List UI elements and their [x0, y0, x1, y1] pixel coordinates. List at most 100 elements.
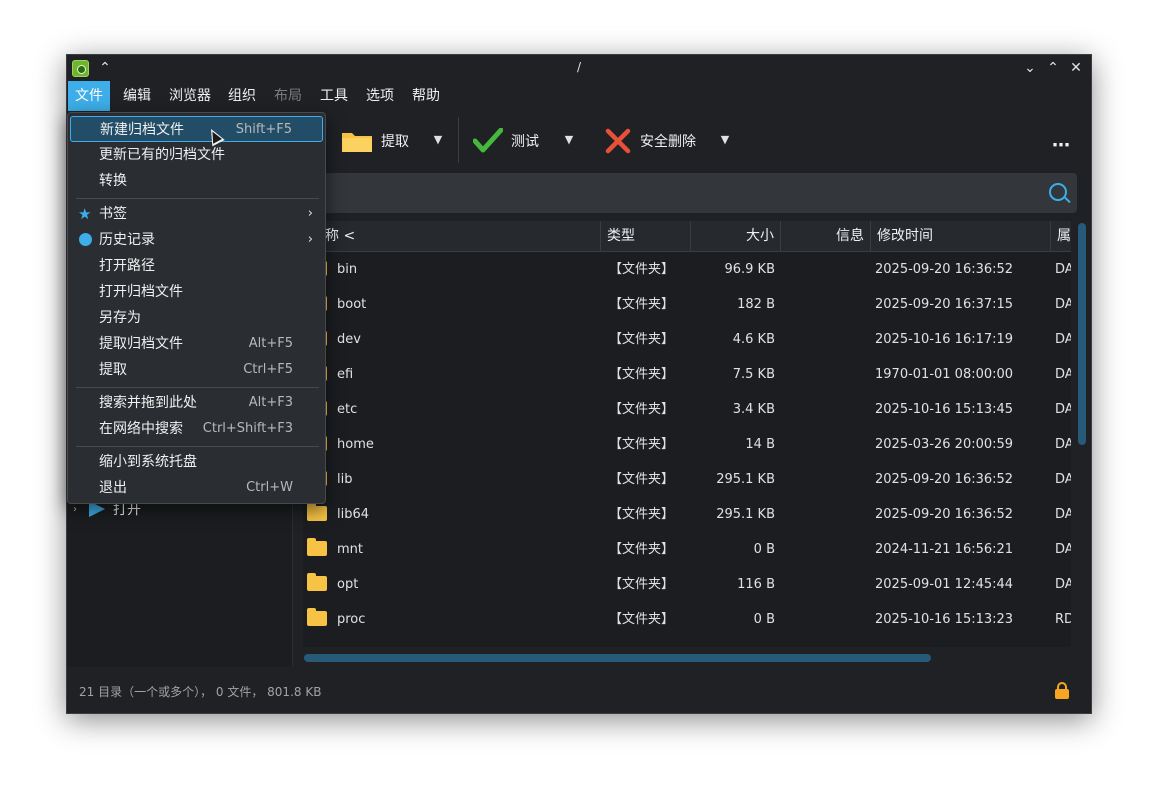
cell-size: 182 B	[737, 297, 775, 312]
submenu-arrow-icon: ›	[307, 206, 313, 221]
extract-dropdown-chevron-icon[interactable]: ▼	[431, 133, 445, 147]
menu-save-as-label: 另存为	[99, 310, 141, 326]
table-row[interactable]: boot 【文件夹】 182 B 2025-09-20 16:37:15 DA	[303, 287, 1071, 322]
cell-modified: 1970-01-01 08:00:00	[875, 367, 1014, 382]
table-row[interactable]: mnt 【文件夹】 0 B 2024-11-21 16:56:21 DA	[303, 532, 1071, 567]
shortcut-label: Shift+F5	[235, 122, 292, 137]
menu-open-path[interactable]: 打开路径	[70, 253, 323, 279]
menu-update-archive[interactable]: 更新已有的归档文件	[70, 142, 323, 168]
menu-options[interactable]: 选项	[359, 81, 401, 111]
menu-new-archive[interactable]: 新建归档文件 Shift+F5	[70, 116, 323, 142]
menu-convert[interactable]: 转换	[70, 168, 323, 194]
status-summary: 21 目录（一个或多个）， 0 文件， 801.8 KB	[79, 685, 322, 699]
menu-separator	[76, 387, 319, 388]
submenu-arrow-icon: ›	[307, 232, 313, 247]
extract-label: 提取	[381, 134, 409, 150]
cell-name: dev	[337, 332, 361, 347]
cell-size: 14 B	[745, 437, 775, 452]
menu-open-archive-label: 打开归档文件	[99, 284, 183, 300]
menu-browser[interactable]: 浏览器	[162, 81, 218, 111]
cell-type: 【文件夹】	[609, 332, 675, 347]
test-dropdown-chevron-icon[interactable]: ▼	[562, 133, 576, 147]
menu-edit[interactable]: 编辑	[116, 81, 158, 111]
cell-size: 295.1 KB	[716, 507, 775, 522]
col-name-header[interactable]: 称 <	[303, 221, 601, 251]
cell-type: 【文件夹】	[609, 402, 675, 417]
horizontal-scrollbar[interactable]	[304, 654, 931, 662]
cell-attr: RD	[1055, 612, 1071, 627]
search-icon[interactable]	[1049, 183, 1067, 201]
file-list: 称 < 类型 大小 信息 修改时间 属 bin 【文件夹】 96.9 KB 2025-…	[303, 221, 1071, 647]
menu-layout[interactable]: 布局	[267, 81, 309, 111]
minimize-icon[interactable]: ⌄	[1019, 57, 1041, 79]
menu-extract-archive[interactable]: 提取归档文件 Alt+F5	[70, 331, 323, 357]
maximize-icon[interactable]: ⌃	[1042, 57, 1064, 79]
path-search-bar[interactable]	[303, 173, 1077, 213]
table-row[interactable]: lib64 【文件夹】 295.1 KB 2025-09-20 16:36:52 DA	[303, 497, 1071, 532]
cell-type: 【文件夹】	[609, 367, 675, 382]
col-info-header[interactable]: 信息	[781, 221, 871, 251]
table-row[interactable]: etc 【文件夹】 3.4 KB 2025-10-16 15:13:45 DA	[303, 392, 1071, 427]
cell-modified: 2025-10-16 15:13:23	[875, 612, 1014, 627]
col-attr-header[interactable]: 属	[1051, 221, 1071, 251]
cell-name: lib	[337, 472, 353, 487]
menu-bookmarks[interactable]: ★ 书签 ›	[70, 201, 323, 227]
status-bar: 21 目录（一个或多个）， 0 文件， 801.8 KB	[67, 677, 1091, 707]
cell-name: efi	[337, 367, 354, 382]
cell-modified: 2025-09-20 16:36:52	[875, 472, 1014, 487]
shortcut-label: Alt+F3	[248, 395, 293, 410]
menu-bar: 文件 编辑 浏览器 组织 布局 工具 选项 帮助	[67, 81, 1091, 111]
cell-name: lib64	[337, 507, 370, 522]
menu-search-drag[interactable]: 搜索并拖到此处 Alt+F3	[70, 390, 323, 416]
shortcut-label: Alt+F5	[248, 336, 293, 351]
col-modified-header[interactable]: 修改时间	[871, 221, 1051, 251]
menu-save-as[interactable]: 另存为	[70, 305, 323, 331]
shortcut-label: Ctrl+Shift+F3	[202, 421, 293, 436]
lock-icon[interactable]	[1055, 682, 1069, 699]
cell-name: etc	[337, 402, 358, 417]
cell-modified: 2024-11-21 16:56:21	[875, 542, 1014, 557]
table-row[interactable]: opt 【文件夹】 116 B 2025-09-01 12:45:44 DA	[303, 567, 1071, 602]
more-options-icon[interactable]: ⋯	[1052, 135, 1071, 156]
menu-history[interactable]: 历史记录 ›	[70, 227, 323, 253]
cell-size: 96.9 KB	[724, 262, 775, 277]
expand-arrow-icon[interactable]: ›	[73, 504, 83, 515]
extract-button[interactable]: 提取	[341, 123, 409, 159]
cell-type: 【文件夹】	[609, 437, 675, 452]
menu-tools[interactable]: 工具	[313, 81, 355, 111]
vertical-scrollbar[interactable]	[1078, 223, 1086, 445]
table-header: 称 < 类型 大小 信息 修改时间 属	[303, 221, 1071, 252]
menu-organize[interactable]: 组织	[221, 81, 263, 111]
menu-quit[interactable]: 退出 Ctrl+W	[70, 475, 323, 501]
table-row[interactable]: bin 【文件夹】 96.9 KB 2025-09-20 16:36:52 DA	[303, 252, 1071, 287]
cell-name: mnt	[337, 542, 363, 557]
secure-delete-button[interactable]: 安全删除	[604, 123, 696, 159]
cell-size: 4.6 KB	[732, 332, 775, 347]
cell-type: 【文件夹】	[609, 472, 675, 487]
menu-open-archive[interactable]: 打开归档文件	[70, 279, 323, 305]
table-row[interactable]: efi 【文件夹】 7.5 KB 1970-01-01 08:00:00 DA	[303, 357, 1071, 392]
cell-name: proc	[337, 612, 366, 627]
delete-dropdown-chevron-icon[interactable]: ▼	[718, 133, 732, 147]
cell-size: 295.1 KB	[716, 472, 775, 487]
menu-minimize-tray[interactable]: 缩小到系统托盘	[70, 449, 323, 475]
cell-modified: 2025-09-20 16:37:15	[875, 297, 1014, 312]
table-row[interactable]: proc 【文件夹】 0 B 2025-10-16 15:13:23 RD	[303, 602, 1071, 637]
cell-modified: 2025-10-16 16:17:19	[875, 332, 1014, 347]
cell-attr: DA	[1055, 437, 1071, 452]
menu-file[interactable]: 文件	[68, 81, 110, 111]
test-button[interactable]: 测试	[473, 123, 539, 159]
close-icon[interactable]: ✕	[1065, 57, 1087, 79]
cell-size: 3.4 KB	[732, 402, 775, 417]
col-size-header[interactable]: 大小	[691, 221, 781, 251]
menu-web-search[interactable]: 在网络中搜索 Ctrl+Shift+F3	[70, 416, 323, 442]
col-type-header[interactable]: 类型	[601, 221, 691, 251]
table-row[interactable]: home 【文件夹】 14 B 2025-03-26 20:00:59 DA	[303, 427, 1071, 462]
table-row[interactable]: lib 【文件夹】 295.1 KB 2025-09-20 16:36:52 DA	[303, 462, 1071, 497]
delete-cross-icon	[605, 128, 631, 154]
cell-attr: DA	[1055, 472, 1071, 487]
menu-help[interactable]: 帮助	[405, 81, 447, 111]
menu-extract[interactable]: 提取 Ctrl+F5	[70, 357, 323, 383]
menu-new-archive-label: 新建归档文件	[100, 122, 184, 138]
table-row[interactable]: dev 【文件夹】 4.6 KB 2025-10-16 16:17:19 DA	[303, 322, 1071, 357]
